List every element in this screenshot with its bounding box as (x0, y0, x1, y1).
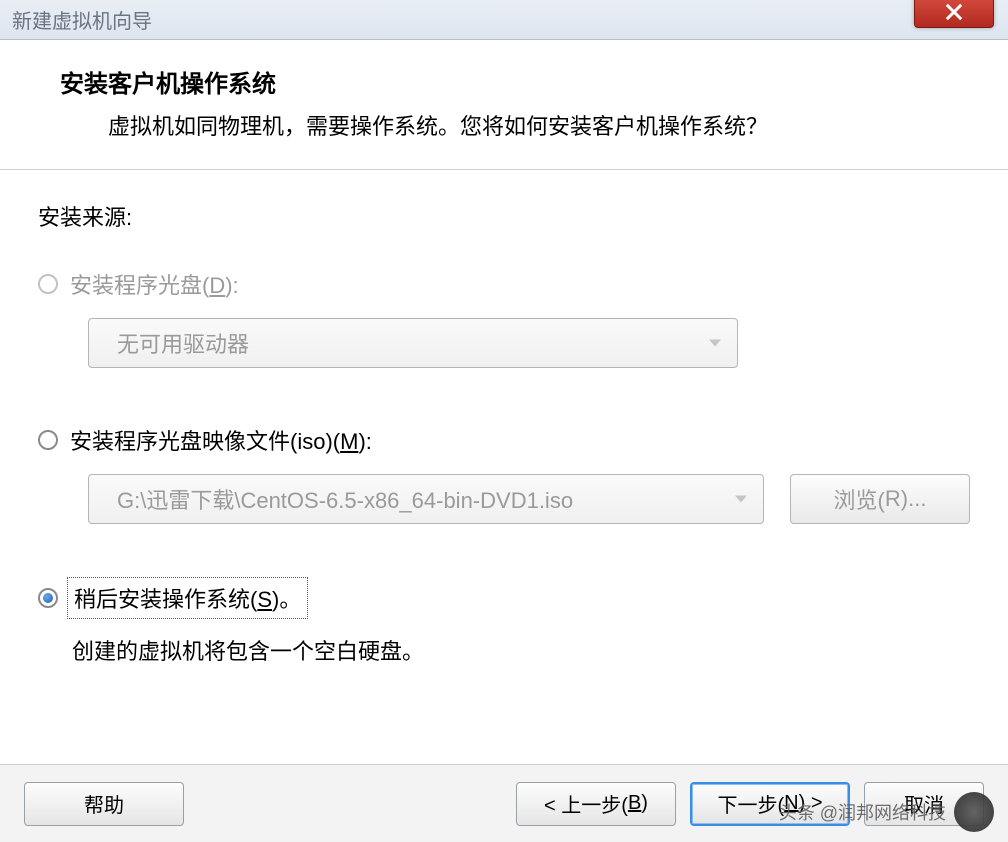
watermark-text: 头条 @润邦网络科技 (779, 799, 946, 825)
install-source-label: 安装来源: (38, 200, 970, 232)
wizard-heading: 安装客户机操作系统 (60, 64, 968, 99)
chevron-down-icon (735, 496, 747, 503)
disc-drive-value: 无可用驱动器 (117, 327, 249, 359)
radio-installer-disc-label: 安装程序光盘(D): (70, 268, 239, 300)
titlebar: 新建虚拟机向导 (0, 0, 1008, 40)
disc-drive-dropdown[interactable]: 无可用驱动器 (88, 318, 738, 368)
option-iso-image: 安装程序光盘映像文件(iso)(M): G:\迅雷下载\CentOS-6.5-x… (38, 424, 970, 524)
close-icon (945, 3, 963, 21)
wizard-subtext: 虚拟机如同物理机，需要操作系统。您将如何安装客户机操作系统？ (60, 109, 968, 141)
radio-iso-image-label: 安装程序光盘映像文件(iso)(M): (70, 424, 372, 456)
install-later-description: 创建的虚拟机将包含一个空白硬盘。 (72, 634, 970, 666)
iso-path-value: G:\迅雷下载\CentOS-6.5-x86_64-bin-DVD1.iso (117, 483, 573, 515)
watermark: 头条 @润邦网络科技 (779, 792, 994, 832)
close-button[interactable] (914, 0, 994, 28)
watermark-logo-icon (954, 792, 994, 832)
chevron-down-icon (709, 340, 721, 347)
browse-button[interactable]: 浏览(R)... (790, 474, 970, 524)
wizard-header: 安装客户机操作系统 虚拟机如同物理机，需要操作系统。您将如何安装客户机操作系统？ (0, 40, 1008, 170)
iso-path-dropdown[interactable]: G:\迅雷下载\CentOS-6.5-x86_64-bin-DVD1.iso (88, 474, 764, 524)
radio-installer-disc[interactable] (38, 274, 58, 294)
help-button[interactable]: 帮助 (24, 782, 184, 826)
option-installer-disc: 安装程序光盘(D): 无可用驱动器 (38, 268, 970, 368)
option-install-later: 稍后安装操作系统(S)。 创建的虚拟机将包含一个空白硬盘。 (38, 580, 970, 666)
window-title: 新建虚拟机向导 (12, 5, 152, 34)
radio-iso-image[interactable] (38, 430, 58, 450)
wizard-body: 安装来源: 安装程序光盘(D): 无可用驱动器 安装程序光盘映像文件(iso)(… (0, 170, 1008, 696)
radio-install-later-label: 稍后安装操作系统(S)。 (70, 580, 305, 616)
back-button[interactable]: < 上一步(B) (516, 782, 676, 826)
radio-install-later[interactable] (38, 588, 58, 608)
